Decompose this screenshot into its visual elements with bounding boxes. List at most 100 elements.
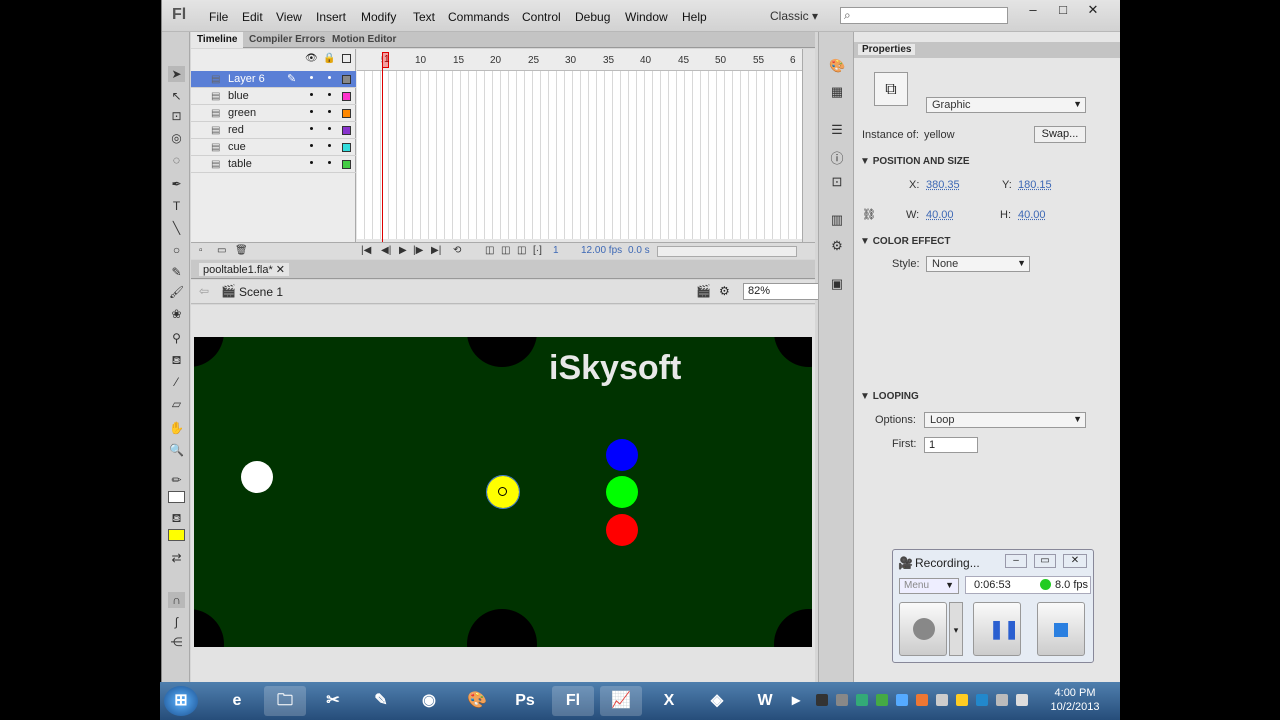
onion-outline-icon[interactable]: ◫	[501, 245, 510, 256]
frame-rate[interactable]: 12.00 fps	[581, 245, 622, 256]
oval-tool-icon[interactable]: ○	[168, 242, 185, 258]
unity-icon[interactable]: ◈	[696, 686, 738, 716]
edit-scene-icon[interactable]: 🎬	[696, 284, 711, 298]
layer-row[interactable]: ▤ cue	[191, 139, 356, 156]
tray-icon[interactable]	[916, 694, 928, 706]
menu-help[interactable]: Help	[682, 10, 707, 24]
menu-text[interactable]: Text	[413, 10, 435, 24]
timeline-vscrollbar[interactable]	[802, 49, 815, 242]
fill-color-swatch[interactable]	[168, 529, 185, 541]
zoom-tool-icon[interactable]: 🔍	[168, 442, 185, 458]
straighten-icon[interactable]: ⋲	[168, 634, 185, 650]
pen-tool-icon[interactable]: ✒	[168, 176, 185, 192]
back-arrow-icon[interactable]: ⇦	[199, 284, 209, 298]
onion-skin-icon[interactable]: ◫	[485, 245, 494, 256]
layer-row[interactable]: ▤ red	[191, 122, 356, 139]
bone-tool-icon[interactable]: ⚲	[168, 330, 185, 346]
tab-compiler-errors[interactable]: Compiler Errors	[243, 32, 331, 48]
smooth-icon[interactable]: ∫	[168, 614, 185, 630]
workspace-switcher[interactable]: Classic ▾	[770, 9, 818, 23]
link-icon[interactable]: ⛓	[862, 208, 876, 221]
brush-tool-icon[interactable]: 🖌	[168, 284, 185, 300]
start-button[interactable]: ⊞	[164, 686, 198, 716]
stop-button[interactable]	[1037, 602, 1085, 656]
loop-options-select[interactable]: Loop ▼	[924, 412, 1086, 428]
excel-icon[interactable]: X	[648, 686, 690, 716]
tray-icon[interactable]	[996, 694, 1008, 706]
file-explorer-icon[interactable]: 🗀	[264, 686, 306, 716]
stroke-color-icon[interactable]: ✏	[168, 472, 185, 488]
align-panel-icon[interactable]: ☰	[829, 122, 845, 138]
menu-commands[interactable]: Commands	[448, 10, 509, 24]
timeline-hscrollbar[interactable]	[657, 246, 797, 257]
edit-multiple-icon[interactable]: ◫	[517, 245, 526, 256]
new-folder-icon[interactable]: ▭	[217, 245, 226, 256]
subselection-tool-icon[interactable]: ↖	[168, 88, 185, 104]
frame-ruler[interactable]: 5 10 15 20 25 30 35 40 45 50 55 6	[357, 49, 802, 71]
w-value[interactable]: 40.00	[926, 209, 954, 221]
menu-control[interactable]: Control	[522, 10, 561, 24]
info-panel-icon[interactable]: ⓘ	[829, 148, 845, 166]
tray-icon[interactable]	[896, 694, 908, 706]
new-layer-icon[interactable]: ▫	[199, 245, 203, 256]
looping-section[interactable]: ▼ LOOPING	[860, 391, 919, 402]
menu-view[interactable]: View	[276, 10, 302, 24]
y-value[interactable]: 180.15	[1018, 179, 1052, 191]
internet-explorer-icon[interactable]: e	[216, 686, 258, 716]
current-frame[interactable]: 1	[553, 245, 559, 256]
swap-button[interactable]: Swap...	[1034, 126, 1086, 143]
snap-magnet-icon[interactable]: ∩	[168, 592, 185, 608]
symbol-type-select[interactable]: Graphic ▼	[926, 97, 1086, 113]
style-select[interactable]: None ▼	[926, 256, 1030, 272]
tray-icon[interactable]	[956, 694, 968, 706]
menu-window[interactable]: Window	[625, 10, 668, 24]
hand-tool-icon[interactable]: ✋	[168, 420, 185, 436]
blue-ball[interactable]	[606, 439, 638, 471]
tray-icon[interactable]	[936, 694, 948, 706]
free-transform-tool-icon[interactable]: ⊡	[168, 108, 185, 124]
lasso-tool-icon[interactable]: ◌	[168, 152, 185, 168]
3d-rotation-tool-icon[interactable]: ◎	[168, 130, 185, 146]
word-recorder-icon[interactable]: ▸	[786, 686, 806, 716]
tray-icon[interactable]	[876, 694, 888, 706]
selection-tool-icon[interactable]: ➤	[168, 66, 185, 82]
motion-presets-icon[interactable]: ▣	[829, 276, 845, 292]
cue-ball[interactable]	[241, 461, 273, 493]
pencil-tool-icon[interactable]: ✎	[168, 264, 185, 280]
word-icon[interactable]: W	[744, 686, 786, 716]
layer-row[interactable]: ▤ blue	[191, 88, 356, 105]
menu-modify[interactable]: Modify	[361, 10, 396, 24]
layer-row[interactable]: ▤ table	[191, 156, 356, 173]
color-effect-section[interactable]: ▼ COLOR EFFECT	[860, 236, 950, 247]
tray-icon[interactable]	[816, 694, 828, 706]
snipping-tool-icon[interactable]: ✂	[312, 686, 354, 716]
x-value[interactable]: 380.35	[926, 179, 960, 191]
rec-menu-button[interactable]: Menu ▼	[899, 578, 959, 594]
chart-app-icon[interactable]: 📈	[600, 686, 642, 716]
document-tab[interactable]: pooltable1.fla* ✕	[199, 263, 290, 276]
flash-taskbar-icon[interactable]: Fl	[552, 686, 594, 716]
eyedropper-tool-icon[interactable]: ⁄	[168, 374, 185, 390]
fill-color-icon[interactable]: ⛾	[168, 510, 185, 526]
tray-icon[interactable]	[976, 694, 988, 706]
tray-icon[interactable]	[856, 694, 868, 706]
transform-panel-icon[interactable]: ⊡	[829, 174, 845, 190]
line-tool-icon[interactable]: ╲	[168, 220, 185, 236]
text-tool-icon[interactable]: T	[168, 198, 185, 214]
help-search-input[interactable]: ⌕	[840, 7, 1008, 24]
swatches-panel-icon[interactable]: ▦	[829, 84, 845, 100]
photoshop-icon[interactable]: Ps	[504, 686, 546, 716]
first-frame-input[interactable]: 1	[924, 437, 978, 453]
frame-grid[interactable]	[357, 49, 802, 239]
tab-motion-editor[interactable]: Motion Editor	[326, 32, 402, 48]
tab-timeline[interactable]: Timeline	[191, 32, 244, 48]
first-frame-icon[interactable]: |◀	[361, 245, 371, 256]
lock-icon[interactable]: 🔒	[323, 53, 335, 64]
close-button[interactable]: ✕	[1078, 2, 1108, 20]
stage[interactable]: iSkysoft	[194, 337, 812, 647]
stroke-color-swatch[interactable]	[168, 491, 185, 503]
record-options-button[interactable]: ▾	[949, 602, 963, 656]
play-icon[interactable]: ▶	[399, 245, 407, 256]
components-panel-icon[interactable]: ⚙	[829, 238, 845, 254]
h-value[interactable]: 40.00	[1018, 209, 1046, 221]
